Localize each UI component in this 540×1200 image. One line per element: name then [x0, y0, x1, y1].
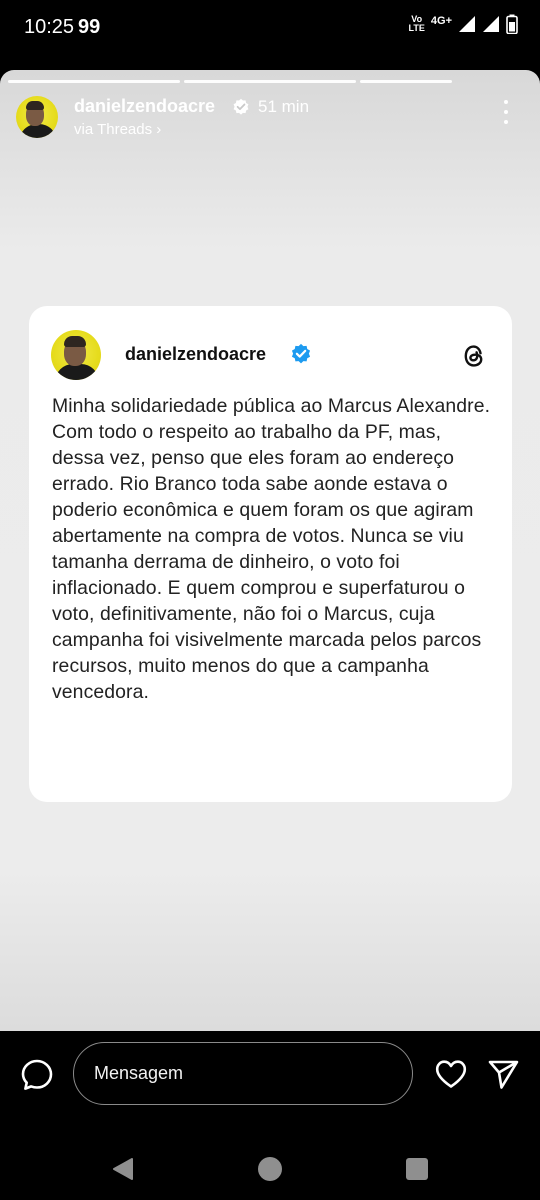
signal-icon [459, 16, 475, 32]
status-bar: 10:25 99 Vo LTE 4G+ [0, 0, 540, 56]
status-time: 10:25 [24, 16, 75, 38]
navigation-bar [0, 1138, 540, 1198]
progress-segment [360, 80, 452, 83]
via-threads-link[interactable]: via Threads › [74, 121, 161, 138]
verified-badge-icon [291, 343, 311, 364]
threads-logo-icon [464, 345, 483, 367]
signal-icon [483, 16, 499, 32]
more-vertical-icon[interactable] [504, 100, 510, 124]
status-icons: Vo LTE 4G+ [409, 14, 518, 34]
progress-segment [184, 80, 356, 83]
progress-segment [8, 80, 180, 83]
post-text: Minha solidariedade pública ao Marcus Al… [52, 395, 491, 703]
story-viewer[interactable]: danielzendoacre 51 min via Threads › dan… [0, 70, 540, 1031]
message-input[interactable] [73, 1042, 413, 1105]
notification-badge: 99 [78, 16, 101, 38]
story-username[interactable]: danielzendoacre [74, 96, 215, 117]
home-nav-icon[interactable] [258, 1157, 282, 1181]
battery-icon [506, 14, 518, 34]
volte-indicator: Vo LTE [408, 14, 425, 33]
avatar [51, 330, 101, 380]
heart-icon[interactable] [434, 1058, 468, 1090]
back-nav-icon[interactable] [112, 1157, 134, 1181]
card-username: danielzendoacre [125, 344, 267, 364]
story-time-ago: 51 min [258, 97, 310, 116]
recent-apps-icon[interactable] [406, 1158, 428, 1180]
avatar[interactable] [16, 96, 58, 138]
chat-bubble-icon[interactable] [20, 1058, 54, 1092]
send-icon[interactable] [486, 1058, 520, 1090]
threads-post-card[interactable]: danielzendoacre Minha solidariedade públ… [29, 306, 512, 802]
network-type: 4G+ [430, 15, 452, 27]
verified-badge-icon [233, 98, 249, 115]
story-progress [8, 80, 452, 83]
story-header: danielzendoacre 51 min via Threads › [16, 94, 526, 144]
